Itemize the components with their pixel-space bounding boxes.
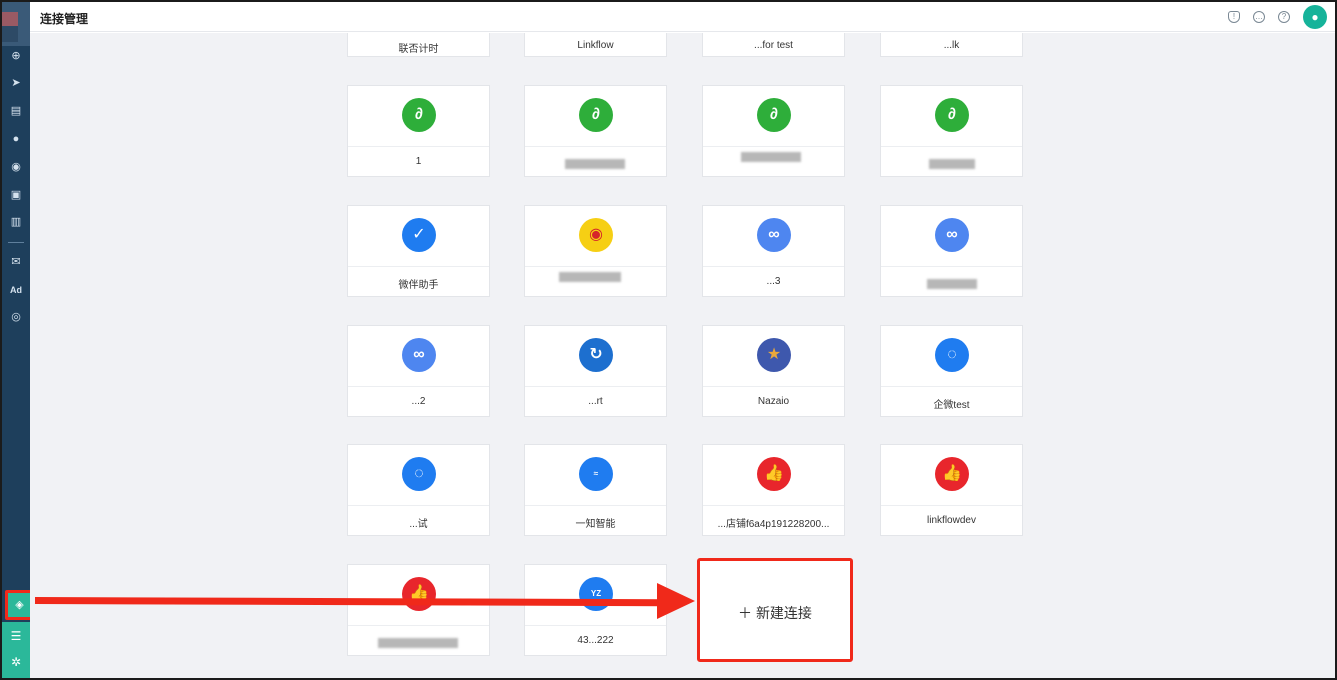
card-label: ...2 [411, 396, 426, 407]
connection-card[interactable]: ↻ ...rt [524, 325, 667, 417]
connection-grid: 联否计时 Linkflow ...for test ...lk ∂ 1 ∂ ∂ … [30, 33, 1335, 678]
yizhi-icon: ≈ [579, 457, 613, 491]
connection-card[interactable]: ★ Nazaio [702, 325, 845, 417]
chat-bubble-icon: ◌ [935, 338, 969, 372]
top-header: 连接管理 ! … ? ● [30, 2, 1335, 32]
card-label: ...3 [766, 276, 781, 287]
connection-card[interactable]: ≈ 一知智能 [524, 444, 667, 536]
mini-program-icon: ∂ [935, 98, 969, 132]
connection-card[interactable]: ∂ [524, 85, 667, 177]
users-icon[interactable]: ◉ [8, 159, 24, 175]
mini-program-icon: ∂ [757, 98, 791, 132]
target-icon[interactable]: ◎ [8, 309, 24, 325]
card-label: ...for test [754, 40, 793, 51]
connection-card[interactable]: ✓ 微伴助手 [347, 205, 490, 297]
connection-card[interactable]: ◌ ...试 [347, 444, 490, 536]
link-icon: ∞ [935, 218, 969, 252]
connection-card[interactable]: ∞ ...2 [347, 325, 490, 417]
connection-card[interactable]: ∞ [880, 205, 1023, 297]
plus-icon: ＋ [738, 605, 753, 621]
mini-program-icon: ∂ [579, 98, 613, 132]
link-icon: ∞ [757, 218, 791, 252]
new-connection-button[interactable]: ＋ 新建连接 [697, 558, 853, 662]
card-label: ...试 [409, 519, 428, 530]
connection-card[interactable]: YZ 43...222 [524, 564, 667, 656]
connection-card[interactable]: 👍 ...店铺f6a4p191228200... [702, 444, 845, 536]
sidebar-divider [8, 242, 24, 243]
connection-card[interactable]: ◉ [524, 205, 667, 297]
card-label: Linkflow [577, 40, 614, 51]
connection-card[interactable]: ∞ ...3 [702, 205, 845, 297]
user-avatar-icon[interactable]: ● [1303, 5, 1327, 29]
card-label: 1 [415, 156, 422, 167]
app-frame: ⊕ ➤ ▤ ● ◉ ▣ ▥ ✉ Ad ◎ ◈ ☰ ✲ 连接管理 ! … ? ● … [0, 0, 1337, 680]
wechat-icon[interactable]: ✉ [8, 254, 24, 270]
connection-card[interactable]: ∂ [880, 85, 1023, 177]
page-title: 连接管理 [40, 12, 89, 26]
card-label: 一知智能 [575, 519, 616, 530]
card-label: ...店铺f6a4p191228200... [717, 519, 830, 530]
connection-card[interactable]: 联否计时 [347, 33, 490, 57]
connection-card[interactable]: 👍 linkflowdev [880, 444, 1023, 536]
grid-icon[interactable]: ⊕ [8, 48, 24, 64]
sidebar: ⊕ ➤ ▤ ● ◉ ▣ ▥ ✉ Ad ◎ ◈ ☰ ✲ [2, 2, 34, 678]
chat-bubble-icon: ◌ [402, 457, 436, 491]
card-label: 联否计时 [398, 44, 439, 55]
new-connection-label: 新建连接 [755, 605, 812, 621]
help-icon[interactable]: ? [1278, 11, 1290, 23]
connection-card[interactable]: ∂ 1 [347, 85, 490, 177]
connection-card[interactable]: ◌ 企微test [880, 325, 1023, 417]
connection-card[interactable]: ...lk [880, 33, 1023, 57]
chat-check-icon: ✓ [402, 218, 436, 252]
card-label: ...rt [588, 396, 603, 407]
connection-card[interactable]: ∂ [702, 85, 845, 177]
connection-card[interactable]: 👍 [347, 564, 490, 656]
settings-icon[interactable]: ✲ [2, 648, 30, 678]
layout-icon[interactable]: ▤ [8, 103, 24, 119]
card-label: 企微test [933, 400, 970, 411]
connection-card[interactable]: Linkflow [524, 33, 667, 57]
annotation-arrow-head [657, 583, 695, 619]
card-label: Nazaio [757, 396, 790, 407]
weibo-icon: ◉ [579, 218, 613, 252]
card-label: 微伴助手 [398, 280, 439, 291]
send-icon[interactable]: ➤ [8, 75, 24, 91]
sidebar-logo[interactable] [2, 2, 30, 46]
database-icon[interactable]: ☰ [2, 622, 30, 650]
message-icon[interactable]: … [1253, 11, 1265, 23]
connection-card[interactable]: ...for test [702, 33, 845, 57]
thumbs-up-icon: 👍 [402, 577, 436, 611]
thumbs-up-icon: 👍 [935, 457, 969, 491]
bookmark-icon[interactable]: ▣ [8, 187, 24, 203]
refresh-chat-icon: ↻ [579, 338, 613, 372]
card-label: linkflowdev [927, 515, 976, 526]
user-icon[interactable]: ● [8, 131, 24, 147]
link-icon: ∞ [402, 338, 436, 372]
star-icon: ★ [757, 338, 791, 372]
card-label: ...lk [943, 40, 960, 51]
bar-chart-icon[interactable]: ▥ [8, 214, 24, 230]
thumbs-up-icon: 👍 [757, 457, 791, 491]
ad-icon[interactable]: Ad [8, 282, 24, 298]
bell-icon[interactable]: ! [1228, 11, 1240, 23]
mini-program-icon: ∂ [402, 98, 436, 132]
card-label: 43...222 [577, 635, 614, 646]
